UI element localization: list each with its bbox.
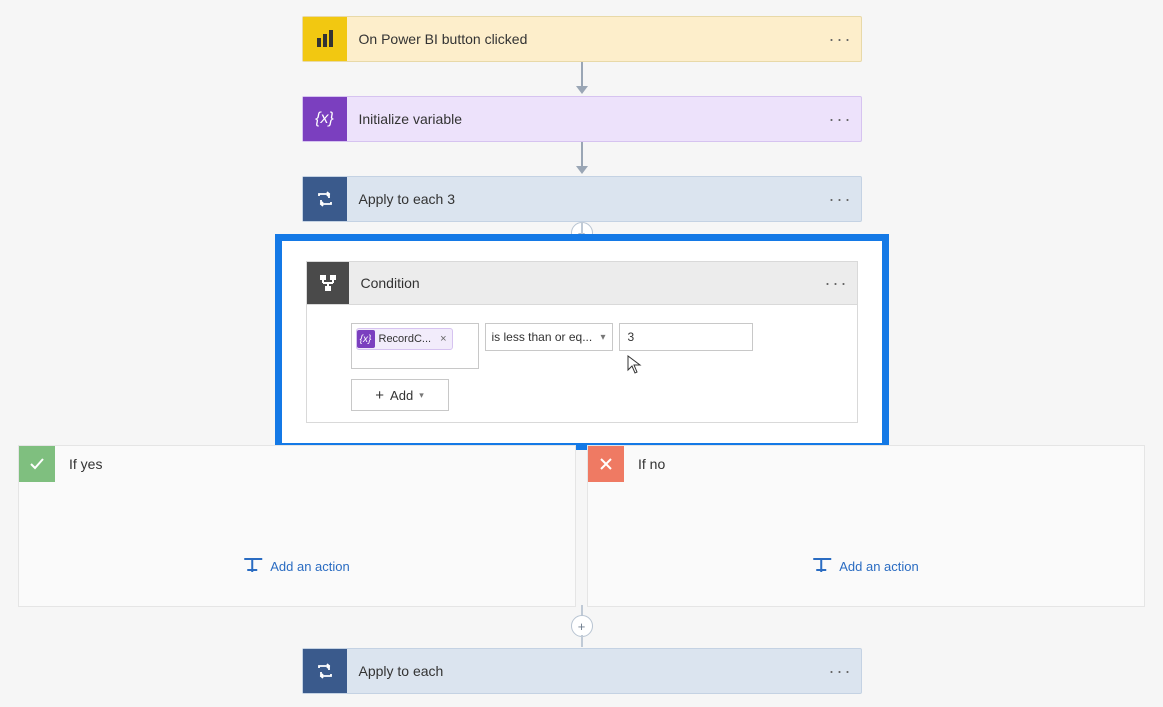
flow-arrow	[576, 62, 588, 94]
x-icon	[588, 446, 624, 482]
add-action-icon	[244, 558, 262, 574]
add-action-yes[interactable]: Add an action	[244, 558, 350, 574]
apply-menu[interactable]: ···	[821, 661, 861, 682]
remove-token-button[interactable]: ×	[437, 333, 449, 345]
dynamic-content-token[interactable]: {x} RecordC... ×	[356, 328, 453, 350]
add-action-icon	[813, 558, 831, 574]
add-label: Add	[390, 388, 413, 403]
trigger-menu[interactable]: ···	[821, 29, 861, 50]
condition-header[interactable]: Condition ···	[307, 262, 857, 305]
if-no-branch[interactable]: If no Add an action	[587, 445, 1145, 607]
variable-icon: {x}	[357, 330, 375, 348]
chevron-down-icon: ▾	[600, 332, 605, 343]
value-text: 3	[628, 330, 635, 344]
apply-to-each-card[interactable]: Apply to each ···	[302, 648, 862, 694]
add-condition-button[interactable]: + Add ▾	[351, 379, 449, 411]
operator-label: is less than or eq...	[492, 330, 593, 344]
trigger-title: On Power BI button clicked	[347, 31, 821, 47]
add-action-label: Add an action	[839, 559, 919, 574]
check-icon	[19, 446, 55, 482]
chevron-down-icon: ▾	[419, 390, 424, 401]
plus-icon: +	[375, 387, 384, 404]
add-action-no[interactable]: Add an action	[813, 558, 919, 574]
condition-icon	[307, 262, 349, 304]
flow-canvas: On Power BI button clicked ··· {x} Initi…	[0, 0, 1163, 707]
apply-title: Apply to each	[347, 663, 821, 679]
trigger-card[interactable]: On Power BI button clicked ···	[302, 16, 862, 62]
insert-step-button[interactable]: +	[571, 615, 593, 637]
add-action-label: Add an action	[270, 559, 350, 574]
flow-arrow	[576, 142, 588, 174]
loop-icon	[303, 177, 347, 221]
condition-value-input[interactable]: 3	[619, 323, 753, 351]
initialize-variable-card[interactable]: {x} Initialize variable ···	[302, 96, 862, 142]
powerbi-icon	[303, 17, 347, 61]
condition-operator-select[interactable]: is less than or eq... ▾	[485, 323, 613, 351]
connector-line	[581, 635, 583, 647]
condition-left-operand[interactable]: {x} RecordC... ×	[351, 323, 479, 369]
mouse-cursor	[627, 355, 643, 378]
token-label: RecordC...	[379, 333, 432, 345]
apply3-menu[interactable]: ···	[821, 189, 861, 210]
condition-body: {x} RecordC... × is less than or eq... ▾…	[307, 305, 857, 425]
condition-title: Condition	[349, 275, 817, 291]
condition-card[interactable]: Condition ··· {x} RecordC... × is less t…	[306, 261, 858, 423]
if-no-header: If no	[588, 446, 1144, 482]
if-yes-branch[interactable]: If yes Add an action	[18, 445, 576, 607]
init-menu[interactable]: ···	[821, 109, 861, 130]
apply-to-each-3-card[interactable]: Apply to each 3 ···	[302, 176, 862, 222]
if-yes-title: If yes	[55, 456, 102, 472]
if-no-title: If no	[624, 456, 665, 472]
condition-highlight: Condition ··· {x} RecordC... × is less t…	[275, 234, 889, 450]
loop-icon	[303, 649, 347, 693]
apply3-title: Apply to each 3	[347, 191, 821, 207]
if-yes-header: If yes	[19, 446, 575, 482]
init-title: Initialize variable	[347, 111, 821, 127]
variable-icon: {x}	[303, 97, 347, 141]
condition-menu[interactable]: ···	[817, 273, 857, 294]
